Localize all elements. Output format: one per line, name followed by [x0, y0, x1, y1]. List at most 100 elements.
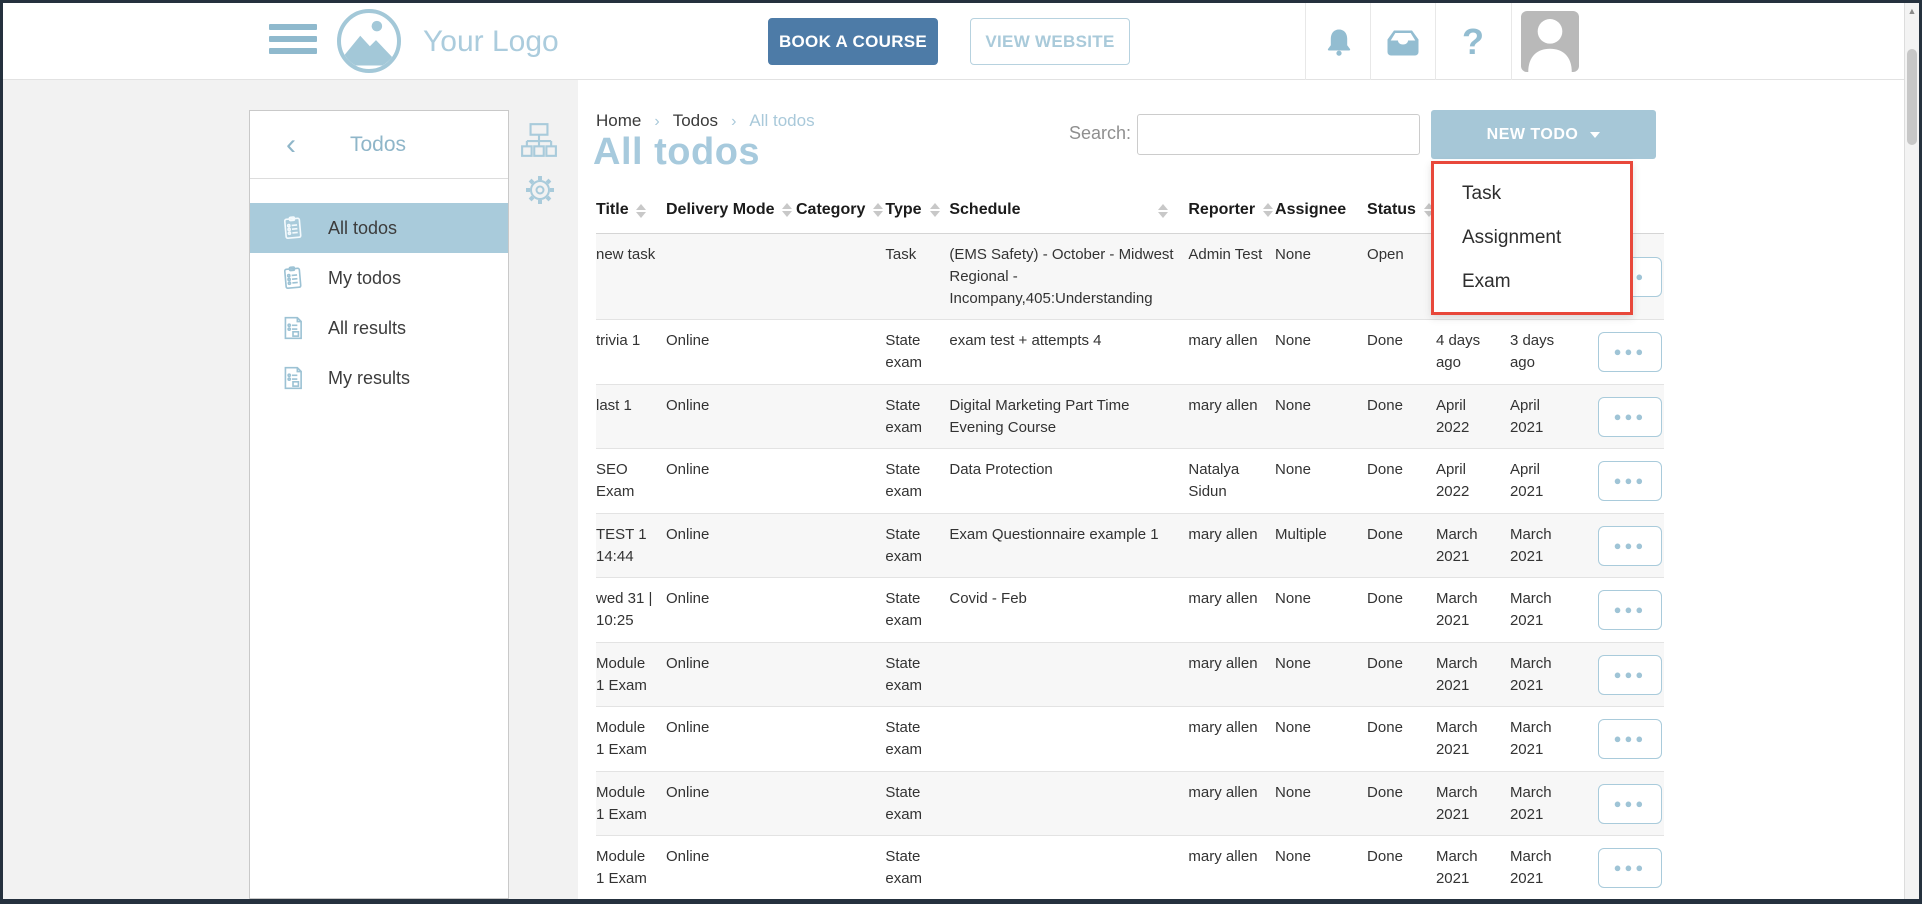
sort-arrows-icon[interactable]	[930, 203, 940, 217]
column-header-status[interactable]: Status	[1367, 195, 1436, 234]
table-row: Module 1 ExamOnlineState exammary allenN…	[596, 836, 1664, 901]
cell-due: March 2021	[1436, 513, 1510, 578]
row-actions-button[interactable]: ●●●	[1598, 655, 1662, 695]
sort-arrows-icon[interactable]	[636, 204, 646, 218]
cell-category	[796, 771, 885, 836]
cell-assignee: Multiple	[1275, 513, 1367, 578]
avatar[interactable]	[1521, 11, 1579, 72]
cell-reporter: Admin Test	[1188, 234, 1275, 320]
row-actions-button[interactable]: ●●●	[1598, 848, 1662, 888]
cell-category	[796, 578, 885, 643]
cell-delivery-mode: Online	[666, 449, 796, 514]
row-actions-button[interactable]: ●●●	[1598, 590, 1662, 630]
cell-assignee: None	[1275, 642, 1367, 707]
cell-reporter: mary allen	[1188, 513, 1275, 578]
sort-arrows-icon[interactable]	[1263, 203, 1273, 217]
cell-actions: ●●●	[1582, 836, 1664, 901]
row-actions-button[interactable]: ●●●	[1598, 332, 1662, 372]
cell-actions: ●●●	[1582, 642, 1664, 707]
cell-title: wed 31 | 10:25	[596, 578, 666, 643]
row-actions-button[interactable]: ●●●	[1598, 526, 1662, 566]
sidebar-item-label: My todos	[328, 268, 401, 289]
cell-type: State exam	[885, 513, 949, 578]
gear-icon[interactable]	[522, 172, 558, 208]
column-header-schedule[interactable]: Schedule	[949, 195, 1188, 234]
sort-arrows-icon[interactable]	[873, 203, 883, 217]
sort-arrows-icon[interactable]	[1158, 204, 1168, 218]
table-row: last 1OnlineState examDigital Marketing …	[596, 384, 1664, 449]
sidebar-item-all-todos[interactable]: All todos	[250, 203, 508, 253]
cell-assignee: None	[1275, 836, 1367, 901]
logo-icon[interactable]	[337, 9, 401, 73]
vertical-scrollbar[interactable]: ▲	[1904, 3, 1919, 899]
cell-status: Done	[1367, 384, 1436, 449]
cell-reporter: mary allen	[1188, 836, 1275, 901]
cell-type: State exam	[885, 449, 949, 514]
row-actions-button[interactable]: ●●●	[1598, 719, 1662, 759]
search-input[interactable]	[1137, 114, 1420, 155]
breadcrumb-home[interactable]: Home	[596, 111, 641, 130]
bell-icon[interactable]	[1317, 3, 1361, 80]
cell-category	[796, 513, 885, 578]
sidebar-item-my-results[interactable]: My results	[250, 353, 508, 403]
cell-delivery-mode: Online	[666, 707, 796, 772]
sidebar-back-header[interactable]: ‹ Todos	[250, 111, 508, 179]
vertical-scrollbar-thumb[interactable]	[1907, 49, 1917, 145]
breadcrumb-all-todos: All todos	[749, 111, 814, 130]
table-row: SEO ExamOnlineState examData ProtectionN…	[596, 449, 1664, 514]
cell-due: March 2021	[1436, 642, 1510, 707]
book-a-course-button[interactable]: BOOK A COURSE	[768, 18, 938, 65]
cell-schedule	[949, 707, 1188, 772]
column-header-delivery-mode[interactable]: Delivery Mode	[666, 195, 796, 234]
results-icon	[280, 315, 306, 341]
column-header-assignee[interactable]: Assignee	[1275, 195, 1367, 234]
new-todo-dropdown: TaskAssignmentExam	[1431, 161, 1633, 315]
hamburger-menu-icon[interactable]	[269, 24, 317, 60]
cell-type: State exam	[885, 578, 949, 643]
cell-schedule: exam test + attempts 4	[949, 320, 1188, 385]
breadcrumb-separator-icon: ›	[641, 113, 672, 130]
header-divider	[1511, 3, 1512, 80]
view-website-button[interactable]: VIEW WEBSITE	[970, 18, 1130, 65]
row-actions-button[interactable]: ●●●	[1598, 461, 1662, 501]
menu-item-task[interactable]: Task	[1434, 172, 1630, 216]
table-row: wed 31 | 10:25OnlineState examCovid - Fe…	[596, 578, 1664, 643]
cell-category	[796, 320, 885, 385]
table-row: TEST 1 14:44OnlineState examExam Questio…	[596, 513, 1664, 578]
cell-title: SEO Exam	[596, 449, 666, 514]
cell-actions: ●●●	[1582, 513, 1664, 578]
sort-arrows-icon[interactable]	[782, 203, 792, 217]
todo-list-icon	[280, 265, 306, 291]
column-header-title[interactable]: Title	[596, 195, 666, 234]
sidebar-item-all-results[interactable]: All results	[250, 303, 508, 353]
help-icon[interactable]: ?	[1453, 3, 1493, 80]
main-content: Home›Todos›All todos All todos Search: N…	[578, 80, 1904, 899]
cell-category	[796, 642, 885, 707]
cell-delivery-mode: Online	[666, 836, 796, 901]
cell-delivery-mode: Online	[666, 642, 796, 707]
new-todo-button[interactable]: NEW TODO	[1431, 110, 1656, 159]
cell-created: March 2021	[1510, 578, 1582, 643]
menu-item-exam[interactable]: Exam	[1434, 260, 1630, 304]
scroll-up-arrow[interactable]: ▲	[1905, 3, 1919, 20]
column-header-type[interactable]: Type	[885, 195, 949, 234]
cell-assignee: None	[1275, 449, 1367, 514]
sitemap-icon[interactable]	[520, 122, 558, 158]
cell-type: State exam	[885, 320, 949, 385]
cell-assignee: None	[1275, 578, 1367, 643]
cell-schedule: Exam Questionnaire example 1	[949, 513, 1188, 578]
row-actions-button[interactable]: ●●●	[1598, 784, 1662, 824]
inbox-icon[interactable]	[1381, 3, 1425, 80]
cell-delivery-mode: Online	[666, 578, 796, 643]
breadcrumb-todos[interactable]: Todos	[673, 111, 718, 130]
table-row: Module 1 ExamOnlineState exammary allenN…	[596, 771, 1664, 836]
sidebar-item-label: All results	[328, 318, 406, 339]
column-header-reporter[interactable]: Reporter	[1188, 195, 1275, 234]
menu-item-assignment[interactable]: Assignment	[1434, 216, 1630, 260]
cell-due: March 2021	[1436, 771, 1510, 836]
cell-delivery-mode	[666, 234, 796, 320]
sidebar-item-my-todos[interactable]: My todos	[250, 253, 508, 303]
row-actions-button[interactable]: ●●●	[1598, 397, 1662, 437]
column-header-category[interactable]: Category	[796, 195, 885, 234]
logo-text: Your Logo	[423, 25, 559, 59]
